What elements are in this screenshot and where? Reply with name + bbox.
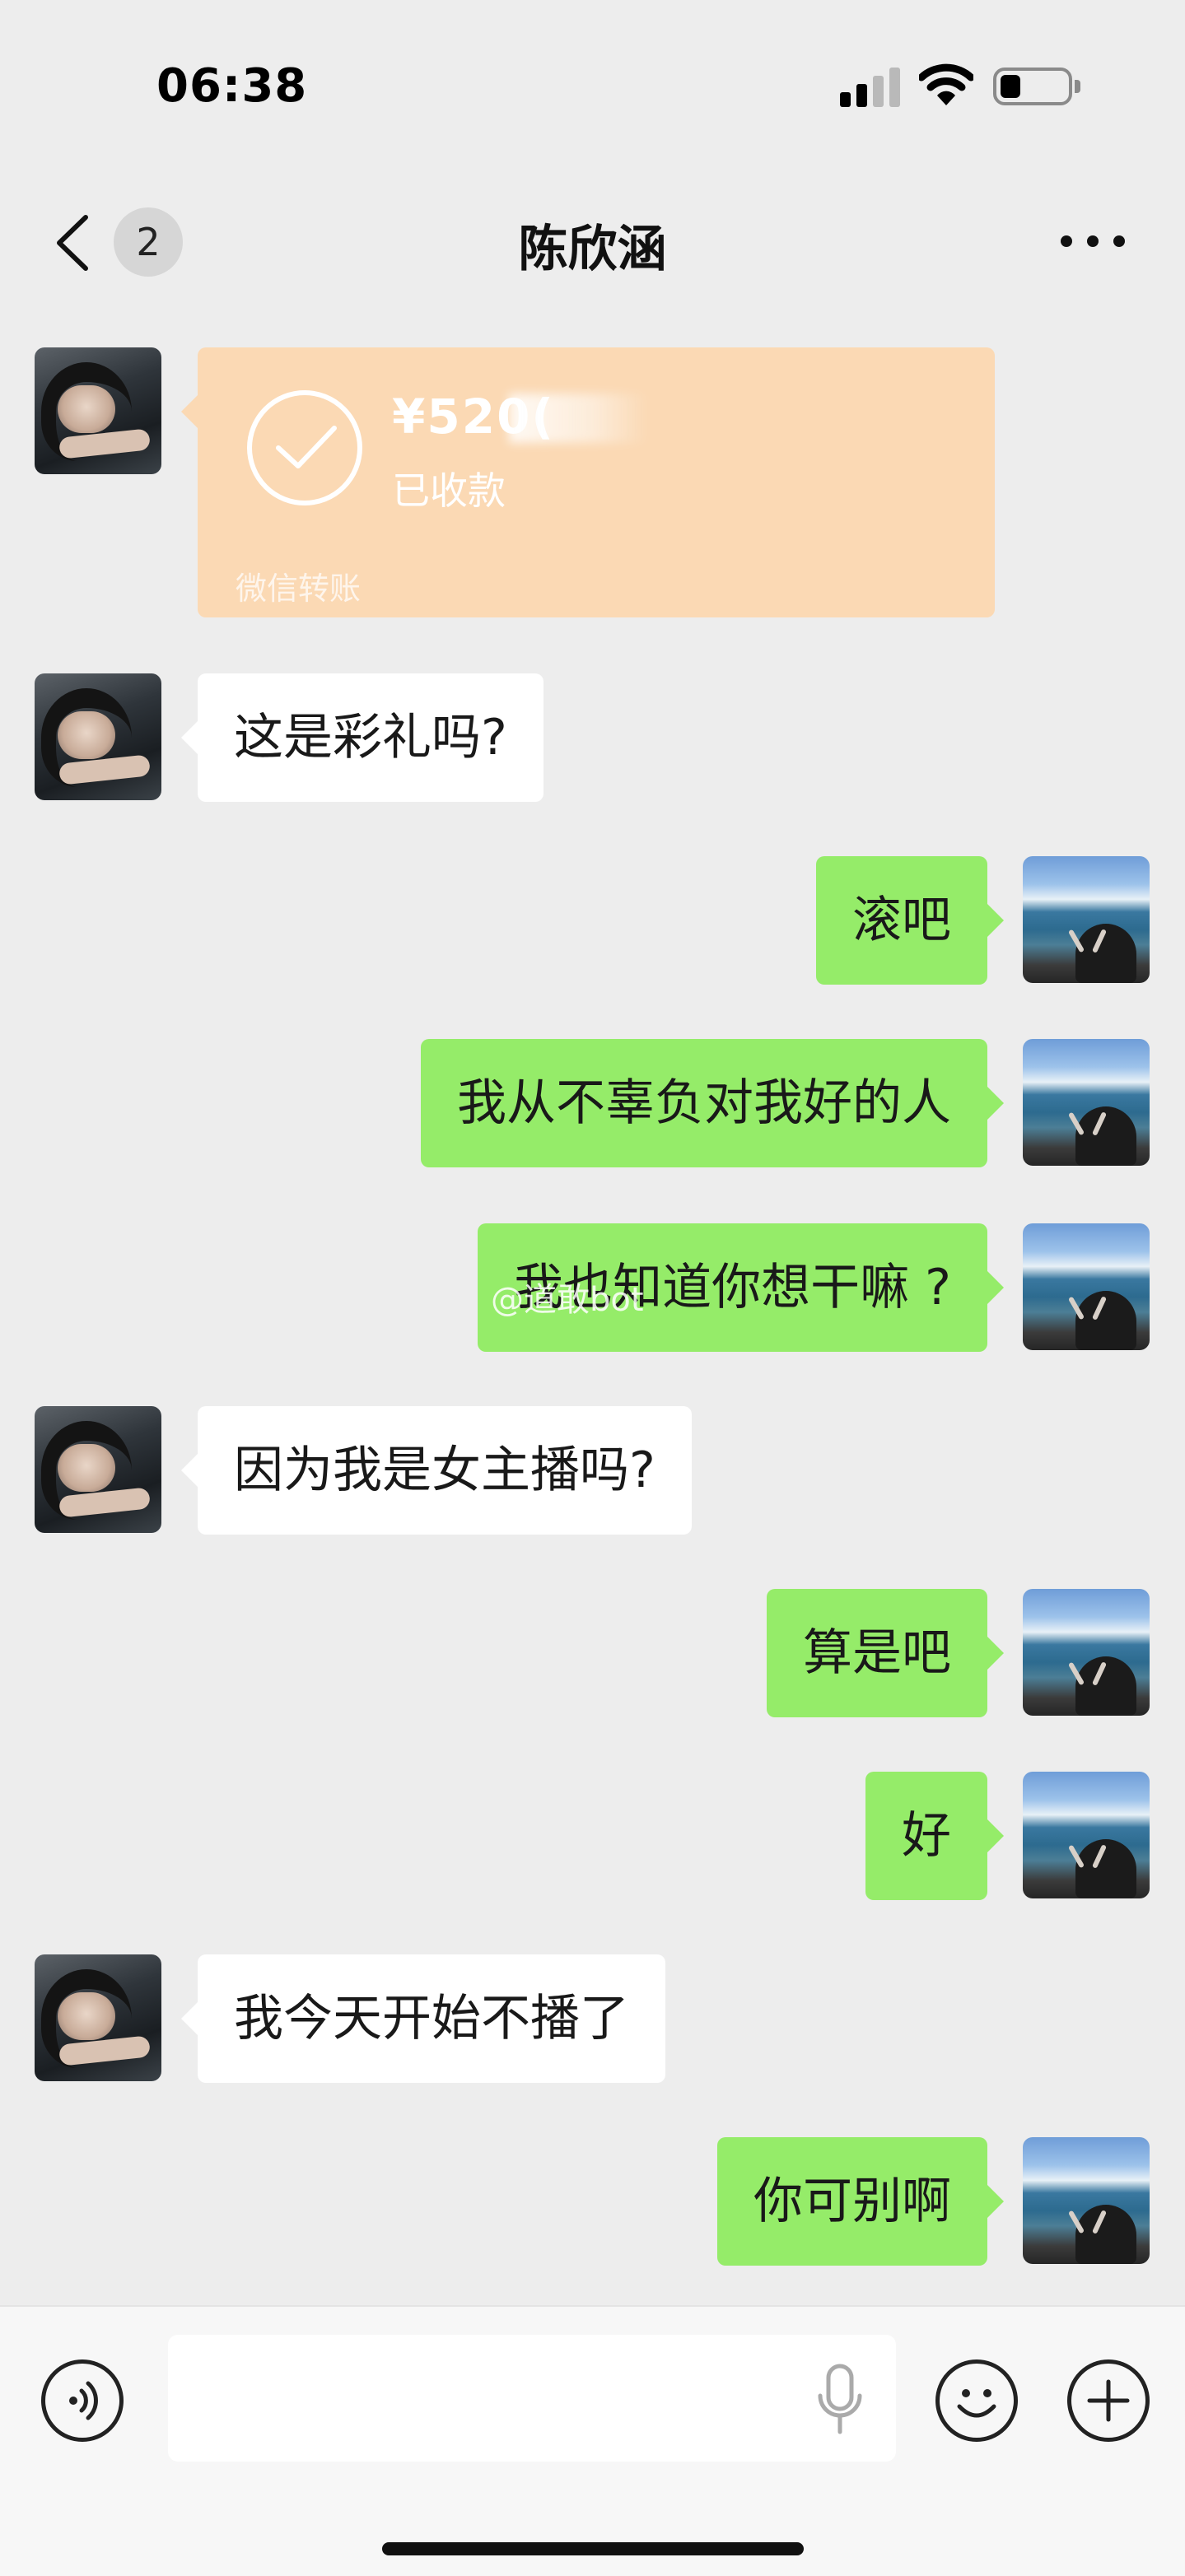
status-time: 06:38	[156, 59, 308, 113]
sent-message[interactable]: 滚吧	[816, 856, 1004, 985]
sent-message[interactable]: 我从不辜负对我好的人	[421, 1039, 1004, 1167]
sent-message[interactable]: 算是吧	[767, 1589, 1004, 1717]
voice-mode-icon[interactable]	[41, 2359, 124, 2442]
sent-message[interactable]: 你可别啊	[717, 2137, 1004, 2266]
microphone-icon[interactable]	[814, 2363, 866, 2437]
input-bar	[0, 2305, 1185, 2576]
transfer-source: 微信转账	[236, 571, 362, 607]
user-avatar[interactable]	[1023, 1039, 1150, 1166]
wifi-icon	[919, 63, 973, 105]
received-message[interactable]: 这是彩礼吗?	[181, 673, 544, 802]
user-avatar[interactable]	[1023, 2137, 1150, 2264]
plus-icon[interactable]	[1067, 2359, 1150, 2442]
watermark: @道敢bot	[491, 1281, 644, 1319]
user-avatar[interactable]	[1023, 1772, 1150, 1898]
received-message[interactable]: 我今天开始不播了	[181, 1954, 665, 2083]
battery-icon	[993, 68, 1080, 105]
received-message[interactable]: 因为我是女主播吗?	[181, 1406, 692, 1535]
contact-avatar[interactable]	[35, 1406, 161, 1533]
contact-avatar[interactable]	[35, 347, 161, 474]
user-avatar[interactable]	[1023, 1223, 1150, 1350]
amount-redaction	[509, 394, 649, 443]
emoji-icon[interactable]	[935, 2359, 1018, 2442]
contact-avatar[interactable]	[35, 1954, 161, 2081]
cellular-signal-icon	[840, 66, 901, 107]
home-indicator	[382, 2542, 804, 2555]
chat-title: 陈欣涵	[518, 221, 667, 278]
transfer-card[interactable]: ¥520( 已收款 微信转账	[181, 347, 995, 617]
check-circle-icon	[247, 390, 362, 505]
message-input[interactable]	[168, 2335, 896, 2462]
status-bar: 06:38	[0, 0, 1185, 165]
transfer-status: 已收款	[392, 468, 506, 513]
sent-message[interactable]: 好	[865, 1772, 1004, 1900]
more-options-icon[interactable]	[1057, 231, 1128, 250]
user-avatar[interactable]	[1023, 1589, 1150, 1716]
user-avatar[interactable]	[1023, 856, 1150, 983]
contact-avatar[interactable]	[35, 673, 161, 800]
